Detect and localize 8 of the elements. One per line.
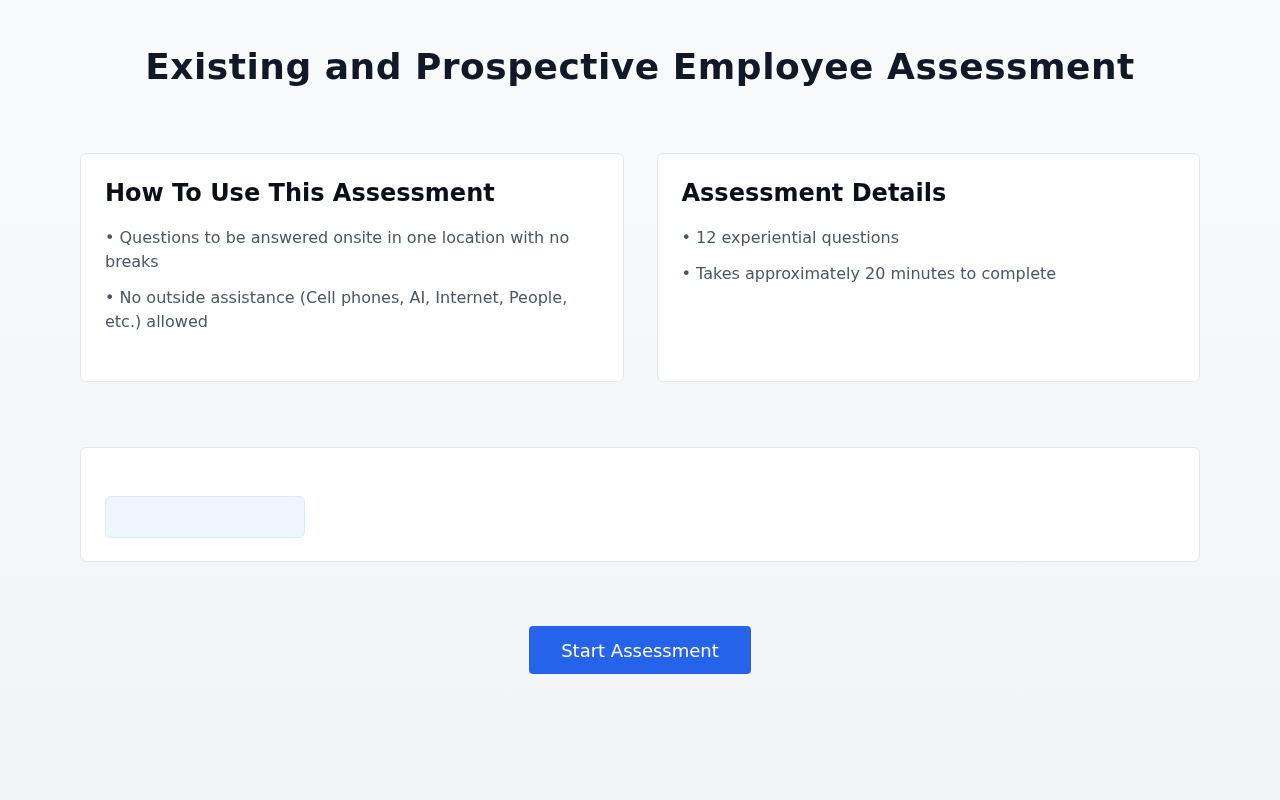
card-list-item: • 12 experiential questions [681,227,901,249]
start-assessment-button[interactable]: Start Assessment [529,626,751,674]
card-list-item: • Questions to be answered onsite in one location with no breaks [105,227,571,273]
page-title: Existing and Prospective Employee Assessment [144,45,1136,89]
card-heading: Assessment Details [681,178,948,208]
card-list-item: • No outside assistance (Cell phones, AI, Internet, People, etc.) allowed [105,287,569,333]
card-list-item: • Takes approximately 20 minutes to complete [681,263,1058,285]
card-heading: How To Use This Assessment [105,178,496,208]
